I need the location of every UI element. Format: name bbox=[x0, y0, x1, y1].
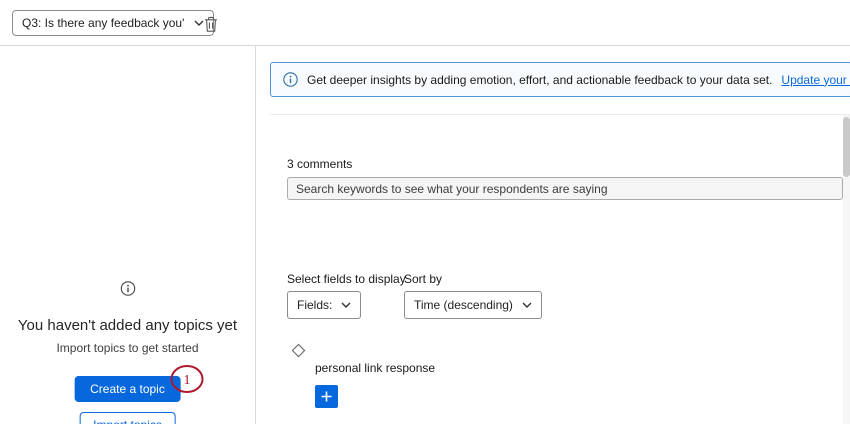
scrollbar[interactable] bbox=[843, 115, 850, 424]
text-analysis-screen: Q3: Is there any feedback you' bbox=[0, 0, 850, 424]
sort-label: Sort by bbox=[404, 272, 442, 286]
question-dropdown[interactable]: Q3: Is there any feedback you' bbox=[12, 10, 214, 36]
diamond-icon bbox=[290, 342, 307, 362]
insights-banner: Get deeper insights by adding emotion, e… bbox=[270, 62, 850, 97]
search-input[interactable] bbox=[287, 177, 843, 200]
question-dropdown-label: Q3: Is there any feedback you' bbox=[22, 16, 184, 30]
sort-dropdown[interactable]: Time (descending) bbox=[404, 291, 542, 319]
scrollbar-thumb[interactable] bbox=[843, 117, 850, 177]
sort-dropdown-label: Time (descending) bbox=[414, 298, 513, 312]
chevron-down-icon bbox=[522, 302, 532, 308]
trash-icon bbox=[204, 16, 218, 33]
response-source-label: personal link response bbox=[315, 361, 435, 375]
main-content: Get deeper insights by adding emotion, e… bbox=[256, 46, 850, 424]
fields-dropdown-label: Fields: bbox=[297, 298, 332, 312]
chevron-down-icon bbox=[341, 302, 351, 308]
info-icon bbox=[283, 72, 298, 87]
empty-topics-subtitle: Import topics to get started bbox=[0, 341, 255, 355]
import-topics-button[interactable]: Import topics bbox=[79, 412, 176, 424]
plus-icon bbox=[321, 391, 332, 402]
info-icon bbox=[120, 281, 135, 299]
delete-question-button[interactable] bbox=[200, 13, 222, 35]
fields-dropdown[interactable]: Fields: bbox=[287, 291, 361, 319]
topics-panel: You haven't added any topics yet Import … bbox=[0, 46, 256, 424]
empty-topics-title: You haven't added any topics yet bbox=[0, 317, 255, 334]
update-data-set-link[interactable]: Update your data set bbox=[781, 73, 850, 87]
expand-response-button[interactable] bbox=[315, 385, 338, 408]
create-topic-button[interactable]: Create a topic bbox=[74, 376, 181, 402]
topbar: Q3: Is there any feedback you' bbox=[0, 0, 850, 46]
comments-count: 3 comments bbox=[287, 157, 352, 171]
fields-label: Select fields to display bbox=[287, 272, 406, 286]
responses-card: 3 comments Select fields to display Sort… bbox=[270, 114, 850, 424]
banner-text: Get deeper insights by adding emotion, e… bbox=[307, 73, 772, 87]
